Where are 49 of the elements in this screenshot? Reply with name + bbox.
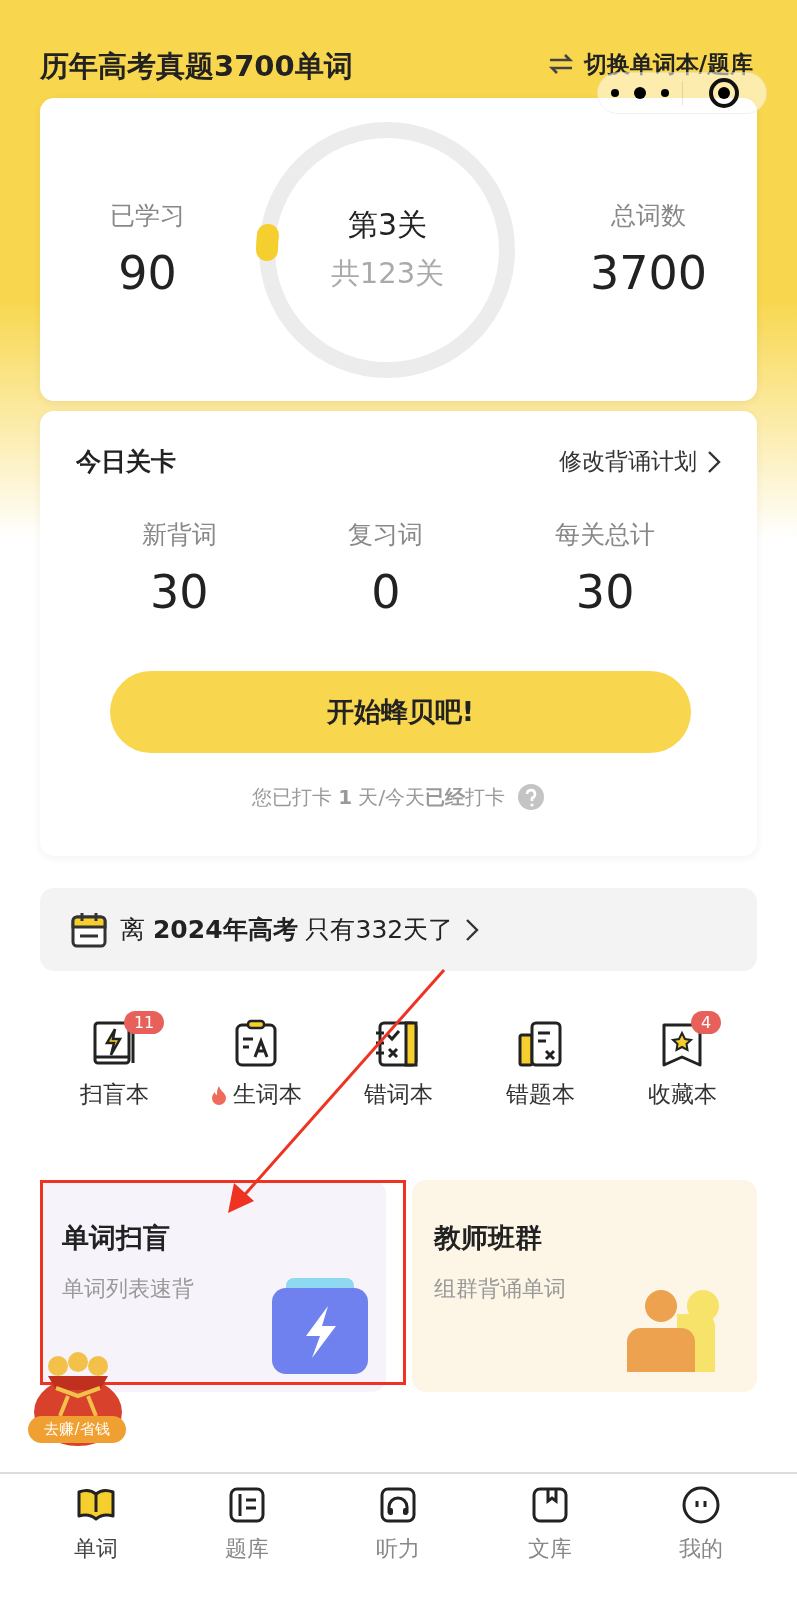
feature-title: 单词扫盲	[62, 1221, 171, 1255]
shortcut-button[interactable]: 生词本	[191, 1011, 322, 1110]
count-badge: 4	[691, 1011, 722, 1034]
page-title: 历年高考真题3700单词	[40, 48, 353, 85]
section-title: 今日关卡	[76, 446, 176, 478]
nav-tab[interactable]: 单词	[40, 1486, 151, 1600]
stat-label: 已学习	[110, 200, 185, 232]
list-icon	[227, 1486, 268, 1524]
shortcut-button[interactable]: 错题本	[475, 1011, 606, 1110]
countdown-bar[interactable]: 离 2024年高考 只有332天了	[40, 888, 757, 971]
edit-plan-link[interactable]: 修改背诵计划	[559, 446, 721, 477]
face-icon	[681, 1486, 722, 1524]
reward-badge: 去赚/省钱	[28, 1416, 126, 1443]
stat-value: 30	[150, 565, 209, 619]
stat-value: 0	[371, 565, 401, 619]
feature-title: 教师班群	[433, 1221, 543, 1255]
checkin-text: 您已打卡 1 天/今天已经打卡	[251, 783, 506, 811]
stat-label: 每关总计	[555, 519, 656, 551]
stage-total: 共123关	[330, 255, 445, 292]
feature-subtitle: 组群背诵单词	[433, 1275, 567, 1303]
count-badge: 11	[123, 1011, 165, 1034]
shortcut-button[interactable]: 扫盲本 11	[49, 1011, 180, 1110]
nav-tab[interactable]: 听力	[343, 1486, 454, 1600]
nav-tab[interactable]: 我的	[646, 1486, 757, 1600]
countdown-text: 离 2024年高考 只有332天了	[120, 914, 454, 946]
headphones-icon	[378, 1486, 419, 1524]
chevron-icon	[707, 449, 721, 474]
nav-tab[interactable]: 文库	[494, 1486, 605, 1600]
swap-icon	[547, 53, 574, 75]
feature-subtitle: 单词列表速背	[62, 1275, 195, 1303]
stat-label: 总词数	[610, 200, 686, 232]
chevron-icon	[465, 917, 480, 942]
shortcut-button[interactable]: 错词本	[333, 1011, 464, 1110]
start-button[interactable]: 开始蜂贝吧!	[110, 671, 691, 753]
stat-label: 新背词	[141, 519, 217, 551]
stat-value: 30	[575, 565, 635, 619]
switch-book-button[interactable]: 切换单词本/题库	[547, 48, 753, 80]
stage-label: 第3关	[347, 206, 427, 244]
lightning-icon	[271, 1278, 368, 1374]
document-icon	[516, 1019, 565, 1067]
feature-card[interactable]: 单词扫盲 单词列表速背	[40, 1180, 386, 1392]
stat-label: 复习词	[348, 519, 424, 551]
feature-card[interactable]: 教师班群 组群背诵单词	[411, 1180, 757, 1392]
shortcut-button[interactable]: 收藏本 4	[617, 1011, 748, 1110]
nav-tab[interactable]: 题库	[192, 1486, 303, 1600]
stat-value: 90	[118, 246, 177, 300]
help-icon	[517, 783, 546, 811]
calendar-icon	[70, 910, 108, 949]
stat-value: 3700	[589, 246, 707, 300]
